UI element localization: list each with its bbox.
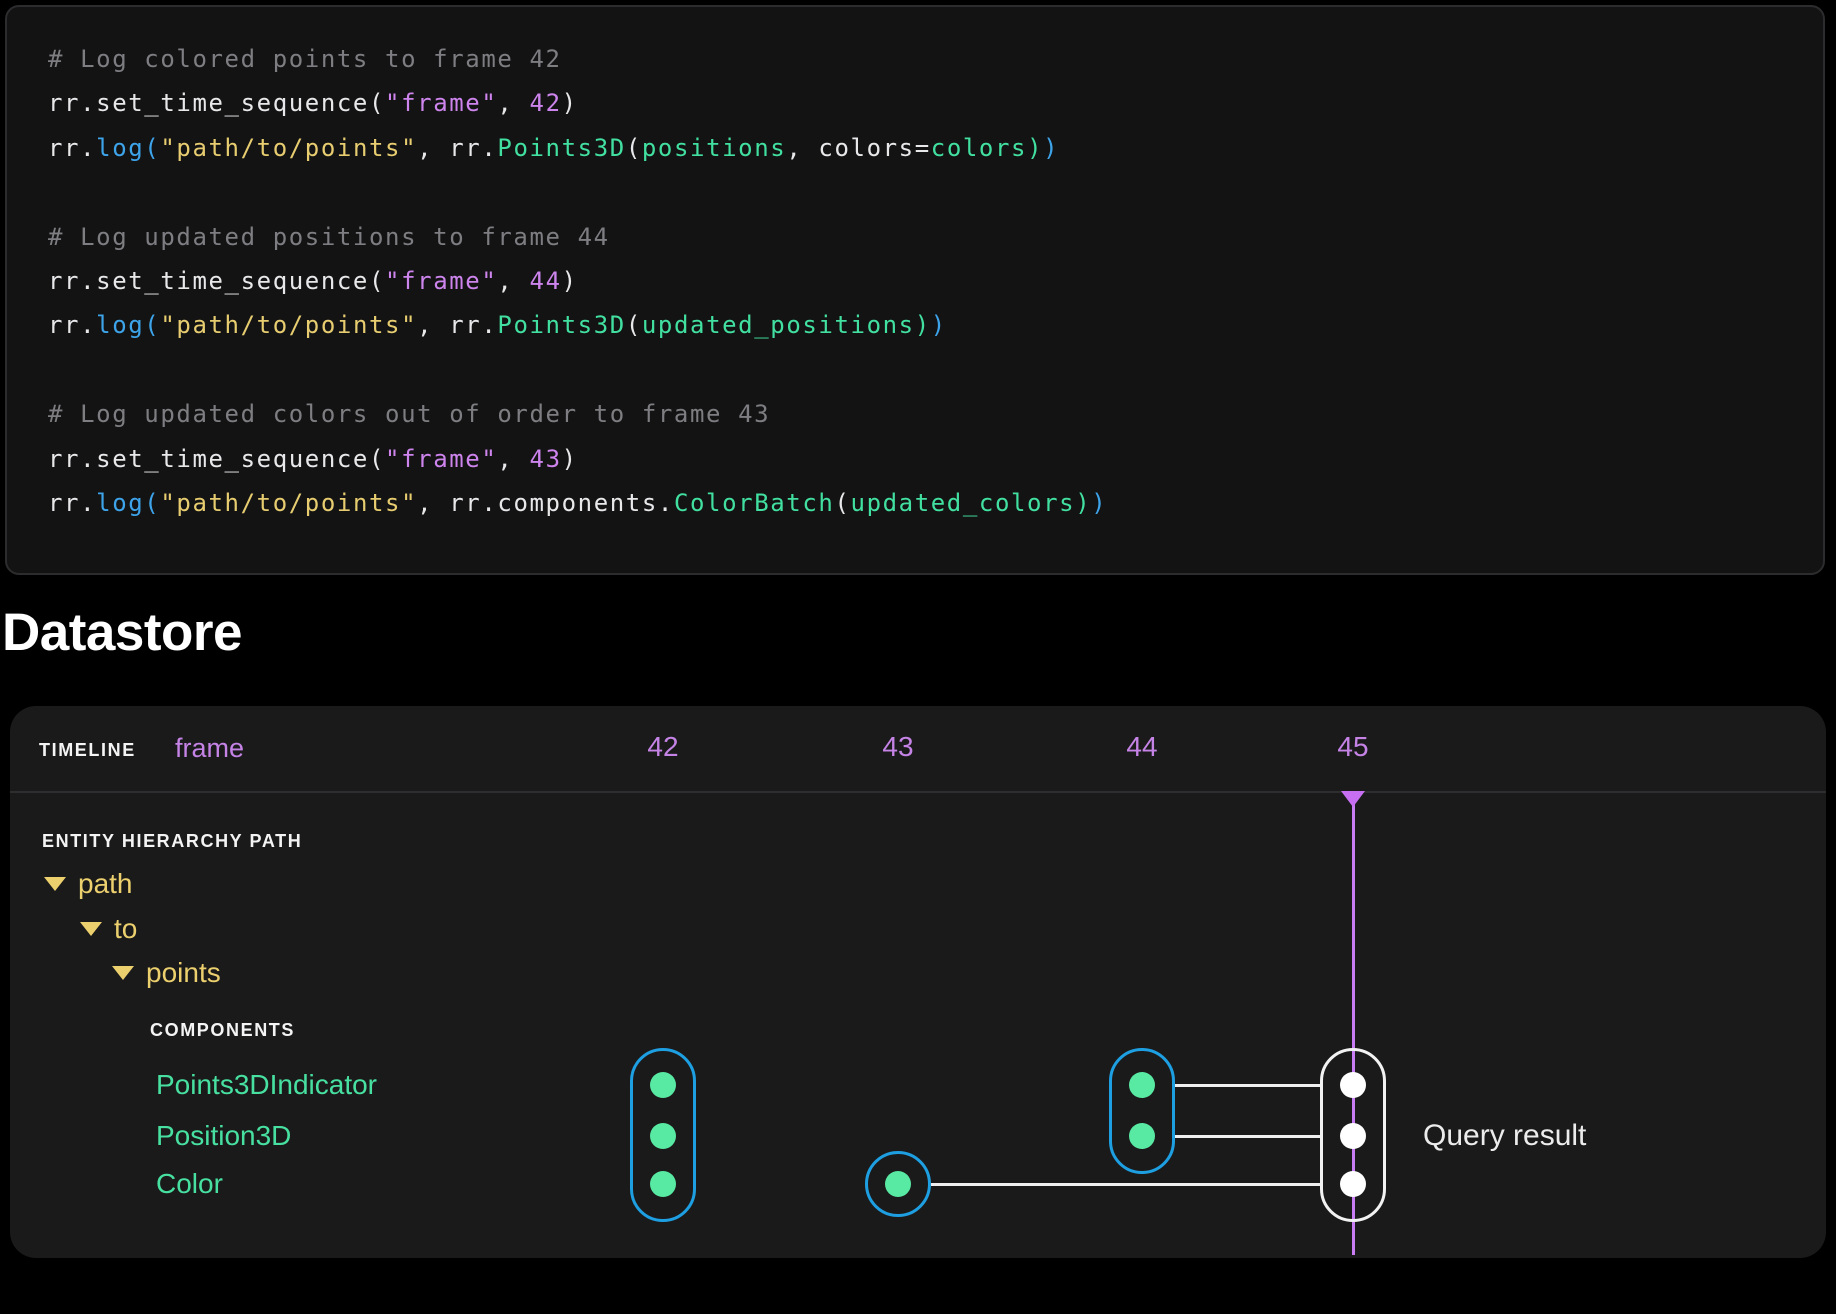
code-token: ( <box>626 311 642 339</box>
tree-node-label: path <box>78 868 133 900</box>
code-token: ) <box>1043 134 1059 162</box>
code-line <box>48 348 1803 392</box>
code-token: , rr. <box>417 311 497 339</box>
code-token: Points3D <box>497 311 625 339</box>
code-token: colors <box>931 134 1027 162</box>
components-label: COMPONENTS <box>150 1020 295 1041</box>
code-token: rr.set_time_sequence( <box>48 267 385 295</box>
code-token: log( <box>96 311 160 339</box>
code-token: rr.set_time_sequence( <box>48 89 385 117</box>
code-token: Points3D <box>497 134 625 162</box>
code-line: rr.log("path/to/points", rr.Points3D(pos… <box>48 126 1803 170</box>
frame-label-42: 42 <box>647 731 678 763</box>
chevron-down-icon[interactable] <box>80 922 102 936</box>
code-line: rr.set_time_sequence("frame", 44) <box>48 259 1803 303</box>
code-line: # Log updated positions to frame 44 <box>48 215 1803 259</box>
component-dot-frame-44 <box>1129 1123 1155 1149</box>
code-token: ColorBatch <box>674 489 835 517</box>
timeline-name: frame <box>175 733 244 764</box>
code-token: rr.set_time_sequence( <box>48 445 385 473</box>
tree-node-points[interactable]: points <box>112 956 221 990</box>
component-dot-frame-45 <box>1340 1072 1366 1098</box>
component-dot-frame-42 <box>650 1072 676 1098</box>
code-token: , rr.components. <box>417 489 674 517</box>
code-line: rr.log("path/to/points", rr.components.C… <box>48 481 1803 525</box>
code-token: ) <box>562 89 578 117</box>
code-token: # Log updated colors out of order to fra… <box>48 400 770 428</box>
code-token: ( <box>834 489 850 517</box>
code-token: # Log colored points to frame 42 <box>48 45 562 73</box>
code-token: log( <box>96 134 160 162</box>
code-token: rr. <box>48 134 96 162</box>
component-dot-frame-45 <box>1340 1123 1366 1149</box>
chevron-down-icon[interactable] <box>112 966 134 980</box>
code-line: rr.set_time_sequence("frame", 43) <box>48 437 1803 481</box>
code-token: ) <box>1091 489 1107 517</box>
tree-node-label: points <box>146 957 221 989</box>
code-line <box>48 170 1803 214</box>
code-token: , <box>497 267 529 295</box>
component-name-Position3D: Position3D <box>156 1120 291 1152</box>
timeline-cursor[interactable] <box>1341 791 1365 807</box>
tree-node-label: to <box>114 913 137 945</box>
frame-label-45: 45 <box>1337 731 1368 763</box>
code-token: "frame" <box>385 89 497 117</box>
chevron-down-icon[interactable] <box>44 877 66 891</box>
code-token: log( <box>96 489 160 517</box>
code-line: rr.log("path/to/points", rr.Points3D(upd… <box>48 303 1803 347</box>
datastore-panel: TIMELINE frame 42 43 44 45 ENTITY HIERARCHY… <box>10 706 1826 1258</box>
tree-node-path[interactable]: path <box>44 867 133 901</box>
connection-line <box>931 1183 1320 1186</box>
code-token: ) <box>562 445 578 473</box>
code-token: , rr. <box>417 134 497 162</box>
component-dot-frame-43 <box>885 1171 911 1197</box>
code-token: , colors= <box>786 134 930 162</box>
entity-hierarchy-label: ENTITY HIERARCHY PATH <box>42 831 302 852</box>
code-token: ) <box>1027 134 1043 162</box>
code-token: updated_colors <box>851 489 1076 517</box>
page-title: Datastore <box>2 602 242 663</box>
timeline-label: TIMELINE <box>39 740 136 761</box>
connection-line <box>1175 1135 1320 1138</box>
code-line: rr.set_time_sequence("frame", 42) <box>48 81 1803 125</box>
code-token: ) <box>562 267 578 295</box>
component-name-Points3DIndicator: Points3DIndicator <box>156 1069 377 1101</box>
frame-label-44: 44 <box>1126 731 1157 763</box>
tree-node-to[interactable]: to <box>80 912 137 946</box>
component-dot-frame-44 <box>1129 1072 1155 1098</box>
code-token: "path/to/points" <box>160 311 417 339</box>
code-token: ) <box>1075 489 1091 517</box>
code-token: updated_positions <box>642 311 915 339</box>
code-token: ) <box>931 311 947 339</box>
code-token: , <box>497 89 529 117</box>
component-dot-frame-42 <box>650 1171 676 1197</box>
query-result-annotation: Query result <box>1423 1119 1586 1153</box>
component-dot-frame-45 <box>1340 1171 1366 1197</box>
code-snippet-panel: # Log colored points to frame 42 rr.set_t… <box>5 5 1825 575</box>
code-token: ( <box>626 134 642 162</box>
code-line: # Log colored points to frame 42 <box>48 37 1803 81</box>
code-token: 43 <box>530 445 562 473</box>
code-token: 42 <box>530 89 562 117</box>
code-token: "frame" <box>385 445 497 473</box>
code-token: "path/to/points" <box>160 489 417 517</box>
connection-line <box>1175 1084 1320 1087</box>
frame-label-43: 43 <box>882 731 913 763</box>
code-lines: # Log colored points to frame 42 rr.set_t… <box>48 37 1803 525</box>
code-token: "path/to/points" <box>160 134 417 162</box>
component-dot-frame-42 <box>650 1123 676 1149</box>
component-name-Color: Color <box>156 1168 223 1200</box>
code-token: 44 <box>530 267 562 295</box>
code-token: ) <box>915 311 931 339</box>
code-token: positions <box>642 134 786 162</box>
code-token: rr. <box>48 489 96 517</box>
code-line: # Log updated colors out of order to fra… <box>48 392 1803 436</box>
capsule-frame-44 <box>1109 1048 1175 1174</box>
code-token: rr. <box>48 311 96 339</box>
timeline-divider <box>10 791 1826 793</box>
code-token: # Log updated positions to frame 44 <box>48 223 610 251</box>
code-token: "frame" <box>385 267 497 295</box>
code-token: , <box>497 445 529 473</box>
